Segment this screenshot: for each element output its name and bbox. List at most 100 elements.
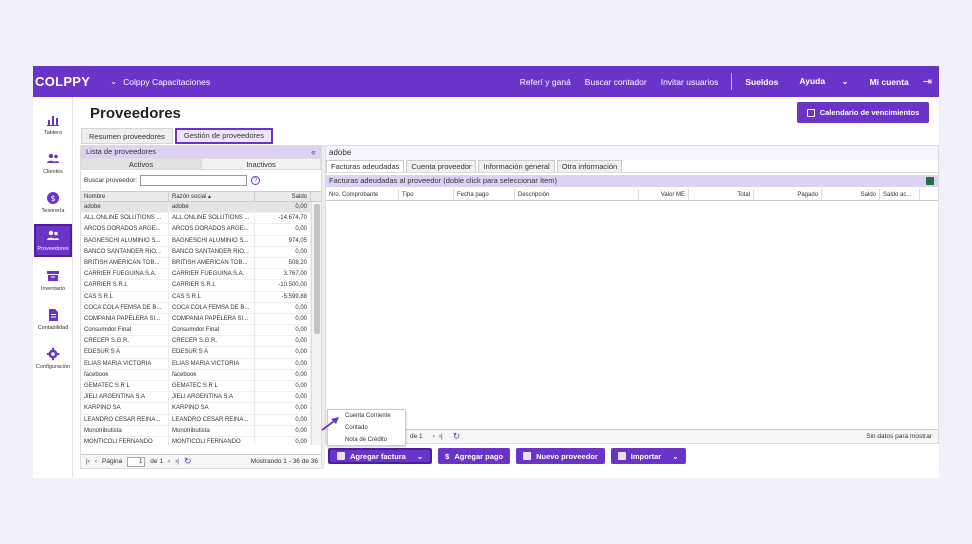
sidebar-item-configuracion[interactable]: Configuración	[34, 341, 72, 376]
cell-nombre: adobe	[81, 202, 169, 213]
new-supplier-label: Nuevo proveedor	[536, 451, 598, 461]
my-account-link[interactable]: Mi cuenta	[870, 77, 909, 87]
table-row[interactable]: COMPANIA PAPELERA SI... COMPANIA PAPELERA…	[81, 313, 321, 326]
help-icon[interactable]: ?	[251, 176, 261, 185]
table-row[interactable]: COCA COLA FEMSA DE B... COCA COLA FEMSA D…	[81, 302, 321, 314]
column-valor-me[interactable]: Valor ME	[639, 189, 689, 200]
empty-message: Sin datos para mostrar	[866, 433, 932, 440]
table-row[interactable]: EDESUR S A EDESUR S A 0,00	[81, 347, 321, 359]
table-row[interactable]: CAS S R L CAS S R L -5.599,88	[81, 291, 321, 303]
cell-saldo: 0,00	[255, 336, 311, 347]
tab-inactivos[interactable]: Inactivos	[201, 158, 321, 170]
calendar-button[interactable]: Calendario de vencimientos	[797, 102, 929, 123]
bar-chart-icon	[47, 116, 59, 126]
company-selector[interactable]: ⌄ Colppy Capacitaciones	[110, 76, 210, 87]
table-row[interactable]: Monotributista Monotributista 0,00	[81, 425, 321, 437]
collapse-icon[interactable]: «	[311, 146, 316, 158]
tab-resumen-proveedores[interactable]: Resumen proveedores	[81, 128, 173, 144]
sidebar-item-proveedores[interactable]: Proveedores	[34, 224, 72, 257]
logout-icon[interactable]: ⇥	[923, 75, 932, 88]
page-count: de 1	[410, 433, 423, 440]
column-razon-social[interactable]: Razón social ▴	[169, 192, 255, 201]
tab-activos[interactable]: Activos	[81, 158, 201, 170]
first-page-icon[interactable]: |‹	[86, 458, 90, 465]
table-row[interactable]: facebook facebook 0,00	[81, 369, 321, 381]
prev-page-icon[interactable]: ‹	[95, 458, 97, 465]
table-row[interactable]: CARRIER S.R.L CARRIER S.R.L -10.500,00	[81, 280, 321, 292]
scrollbar-thumb[interactable]	[314, 204, 320, 334]
column-tipo[interactable]: Tipo	[399, 189, 454, 200]
page-input[interactable]: 1	[127, 456, 146, 467]
status-tabs: Activos Inactivos	[81, 158, 321, 170]
table-row[interactable]: JIELI ARGENTINA S.A JIELI ARGENTINA S.A 0,…	[81, 392, 321, 404]
supplier-icon	[523, 452, 532, 460]
refer-link[interactable]: Referí y ganá	[520, 77, 571, 87]
column-total[interactable]: Total	[689, 189, 754, 200]
invite-users-link[interactable]: Invitar usuarios	[661, 77, 719, 87]
column-pagado[interactable]: Pagado	[754, 189, 822, 200]
sidebar-item-contabilidad[interactable]: Contabilidad	[34, 302, 72, 337]
last-page-icon[interactable]: ›|	[439, 433, 443, 440]
next-page-icon[interactable]: ›	[168, 458, 170, 465]
logo: COLPPY	[35, 74, 91, 89]
users-icon	[47, 230, 59, 240]
table-row[interactable]: LEANDRO CESAR REINA... LEANDRO CESAR REIN…	[81, 414, 321, 426]
page-count: de 1	[150, 458, 163, 465]
archive-icon	[47, 271, 59, 281]
add-payment-button[interactable]: $ Agregar pago	[438, 448, 511, 464]
table-row[interactable]: adobe adobe 0,00	[81, 202, 321, 214]
search-input[interactable]	[140, 175, 248, 186]
column-nro-comprobante[interactable]: Nro. Comprobante	[326, 189, 399, 200]
cell-razon-social: BAGNESCHI ALUMINIO S...	[169, 235, 255, 246]
table-row[interactable]: CRECER S.G.R. CRECER S.G.R. 0,00	[81, 336, 321, 348]
tab-otra-informacion[interactable]: Otra información	[556, 160, 623, 172]
column-saldo-acumulado[interactable]: Saldo ac...	[880, 189, 920, 200]
invoices-grid-header: Nro. Comprobante Tipo Fecha pago Descrip…	[326, 189, 938, 201]
scrollbar[interactable]	[311, 202, 321, 445]
table-row[interactable]: ALL ONLINE SOLUTIONS ... ALL ONLINE SOLUT…	[81, 213, 321, 225]
new-supplier-button[interactable]: Nuevo proveedor	[516, 448, 605, 464]
refresh-icon[interactable]: ↻	[184, 456, 192, 467]
import-button[interactable]: Importar ⌄	[610, 448, 686, 464]
excel-icon[interactable]	[926, 177, 934, 185]
tab-informacion-general[interactable]: Información general	[478, 160, 555, 172]
table-row[interactable]: GEMATEC S R L GEMATEC S R L 0,00	[81, 381, 321, 393]
find-accountant-link[interactable]: Buscar contador	[585, 77, 647, 87]
cell-razon-social: MONTICOLI FERNANDO	[169, 436, 255, 445]
menu-item-nota-credito[interactable]: Nota de Crédito	[328, 434, 405, 446]
column-saldo[interactable]: Saldo	[255, 192, 311, 201]
sidebar-item-inventario[interactable]: Inventario	[34, 263, 72, 298]
table-row[interactable]: ARCOS DORADOS ARGE... ARCOS DORADOS ARGE.…	[81, 224, 321, 236]
table-row[interactable]: BRITISH AMERICAN TOB... BRITISH AMERICAN …	[81, 257, 321, 270]
grid-header: Nombre Razón social ▴ Saldo	[81, 191, 321, 202]
column-nombre[interactable]: Nombre	[81, 192, 169, 201]
add-invoice-button[interactable]: Agregar factura ⌄	[328, 448, 433, 464]
sidebar-item-tesoreria[interactable]: $ Tesorería	[34, 185, 72, 220]
cell-nombre: ELIAS MARIA VICTORIA	[81, 358, 169, 369]
sidebar-item-clientes[interactable]: Clientes	[34, 146, 72, 181]
column-saldo[interactable]: Saldo	[822, 189, 880, 200]
help-menu[interactable]: Ayuda ⌄	[792, 76, 855, 87]
table-row[interactable]: KARPINO SA KARPINO SA 0,00	[81, 403, 321, 415]
next-page-icon[interactable]: ›	[433, 433, 435, 440]
table-row[interactable]: MONTICOLI FERNANDO MONTICOLI FERNANDO 0,00	[81, 436, 321, 445]
cell-razon-social: Consumidor Final	[169, 325, 255, 336]
table-row[interactable]: BAGNESCHI ALUMINIO S... BAGNESCHI ALUMINI…	[81, 235, 321, 247]
payroll-link[interactable]: Sueldos	[745, 77, 778, 87]
tab-gestion-proveedores[interactable]: Gestión de proveedores	[174, 128, 273, 144]
sidebar-item-label: Inventario	[40, 286, 66, 292]
column-descripcion[interactable]: Descripción	[515, 189, 639, 200]
panel-header: Lista de proveedores «	[81, 146, 321, 158]
column-fecha-pago[interactable]: Fecha pago	[454, 189, 515, 200]
table-row[interactable]: Consumidor Final Consumidor Final 0,00	[81, 325, 321, 337]
table-row[interactable]: CARRIER FUEGUINA S.A. CARRIER FUEGUINA S.…	[81, 269, 321, 281]
sidebar-item-label: Clientes	[43, 169, 63, 175]
last-page-icon[interactable]: ›|	[175, 458, 179, 465]
cell-nombre: BRITISH AMERICAN TOB...	[81, 257, 169, 269]
table-row[interactable]: ELIAS MARIA VICTORIA ELIAS MARIA VICTORIA…	[81, 358, 321, 370]
tab-facturas-adeudadas[interactable]: Facturas adeudadas	[326, 160, 405, 172]
table-row[interactable]: BANCO SANTANDER RIO... BANCO SANTANDER RI…	[81, 246, 321, 258]
tab-cuenta-proveedor[interactable]: Cuenta proveedor	[406, 160, 477, 172]
refresh-icon[interactable]: ↻	[453, 431, 461, 442]
sidebar-item-tablero[interactable]: Tablero	[34, 107, 72, 142]
